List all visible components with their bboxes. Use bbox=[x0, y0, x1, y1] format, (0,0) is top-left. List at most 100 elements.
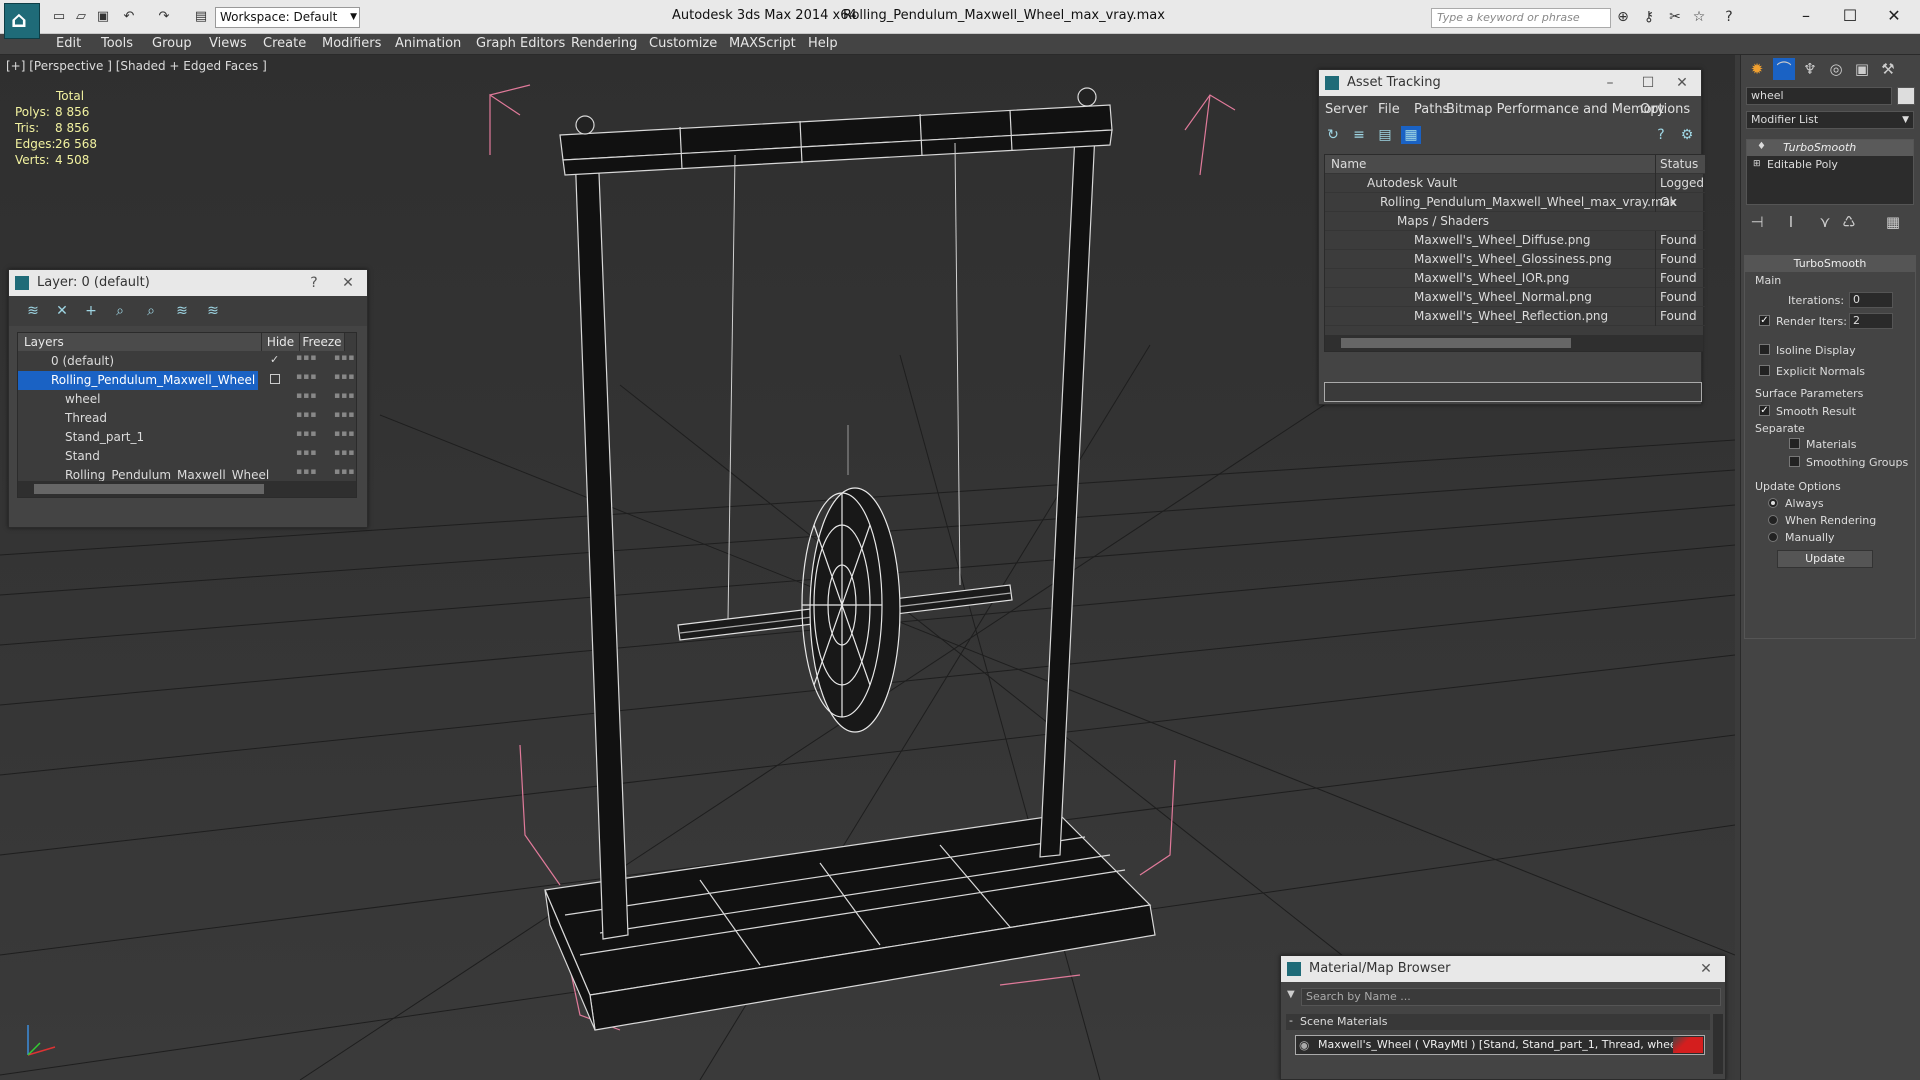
menu-tools[interactable]: Tools bbox=[101, 36, 133, 53]
delete-layer-icon[interactable]: ✕ bbox=[52, 302, 72, 320]
render-iters-spinner[interactable]: 2 bbox=[1849, 313, 1893, 329]
smooth-result-checkbox[interactable]: ✓ bbox=[1759, 405, 1770, 416]
hierarchy-tab-icon[interactable]: ♆ bbox=[1799, 58, 1821, 80]
asset-row[interactable]: Maxwell's_Wheel_Glossiness.png Found bbox=[1325, 250, 1705, 269]
stack-item-turbosmooth[interactable]: TurboSmooth bbox=[1747, 140, 1913, 156]
expand-icon[interactable]: ⊞ bbox=[1753, 159, 1761, 169]
display-tab-icon[interactable]: ▣ bbox=[1851, 58, 1873, 80]
workspace-dropdown[interactable]: Workspace: Default ▼ bbox=[215, 7, 360, 28]
material-browser-title-bar[interactable]: Material/Map Browser ✕ bbox=[1281, 956, 1725, 982]
hide-toggle[interactable]: ▪▪▪ bbox=[296, 429, 317, 439]
select-objects-icon[interactable]: ⌕ bbox=[110, 302, 130, 320]
hide-all-icon[interactable]: ≋ bbox=[172, 302, 192, 320]
redo-icon[interactable]: ↷ bbox=[155, 8, 173, 26]
freeze-toggle[interactable]: ▪▪▪ bbox=[334, 391, 355, 401]
col-freeze[interactable]: Freeze bbox=[300, 333, 345, 351]
hide-toggle[interactable]: ▪▪▪ bbox=[296, 410, 317, 420]
menu-help[interactable]: Help bbox=[808, 36, 838, 53]
freeze-toggle[interactable]: ▪▪▪ bbox=[334, 410, 355, 420]
col-layers[interactable]: Layers bbox=[18, 333, 262, 351]
minimize-icon[interactable]: – bbox=[1595, 70, 1625, 96]
hide-toggle[interactable]: ▪▪▪ bbox=[296, 467, 317, 477]
iterations-spinner[interactable]: 0 bbox=[1849, 292, 1893, 308]
scrollbar-thumb[interactable] bbox=[1341, 338, 1571, 348]
create-tab-icon[interactable]: ✹ bbox=[1746, 58, 1768, 80]
horizontal-scrollbar[interactable] bbox=[18, 481, 356, 497]
asset-tracking-title-bar[interactable]: Asset Tracking – ☐ ✕ bbox=[1319, 70, 1701, 96]
close-icon[interactable]: ✕ bbox=[1691, 956, 1721, 982]
key-icon[interactable]: ⚷ bbox=[1640, 8, 1658, 26]
asset-row[interactable]: Maxwell's_Wheel_Normal.png Found bbox=[1325, 288, 1705, 307]
hide-toggle[interactable]: ▪▪▪ bbox=[296, 448, 317, 458]
hide-toggle[interactable]: ▪▪▪ bbox=[296, 391, 317, 401]
help-icon[interactable]: ? bbox=[1720, 8, 1738, 26]
at-menu-paths[interactable]: Paths bbox=[1414, 102, 1449, 117]
col-status[interactable]: Status bbox=[1655, 155, 1705, 174]
maximize-icon[interactable]: ☐ bbox=[1633, 70, 1663, 96]
create-layer-icon[interactable]: ≋ bbox=[23, 302, 43, 320]
menu-maxscript[interactable]: MAXScript bbox=[729, 36, 796, 53]
modify-tab-icon[interactable]: ⌒ bbox=[1773, 58, 1795, 80]
menu-rendering[interactable]: Rendering bbox=[571, 36, 637, 53]
minimize-button[interactable]: – bbox=[1784, 4, 1828, 28]
layer-row[interactable]: Thread bbox=[18, 409, 258, 428]
hide-toggle[interactable]: ▪▪▪ bbox=[296, 372, 317, 382]
at-menu-server[interactable]: Server bbox=[1325, 102, 1368, 117]
table-view-icon[interactable]: ▦ bbox=[1401, 126, 1421, 144]
freeze-toggle[interactable]: ▪▪▪ bbox=[334, 467, 355, 477]
remove-modifier-icon[interactable]: ♺ bbox=[1838, 211, 1860, 233]
asset-path-field[interactable] bbox=[1324, 382, 1702, 402]
render-iters-checkbox[interactable]: ✓ bbox=[1759, 315, 1770, 326]
horizontal-scrollbar[interactable] bbox=[1325, 335, 1703, 351]
open-file-icon[interactable]: ▱ bbox=[72, 8, 90, 26]
show-end-result-icon[interactable]: I bbox=[1780, 211, 1802, 233]
layer-row[interactable]: Rolling_Pendulum_Maxwell_Wheel bbox=[18, 371, 258, 390]
explicit-normals-checkbox[interactable] bbox=[1759, 365, 1770, 376]
new-file-icon[interactable]: ▭ bbox=[50, 8, 68, 26]
refresh-icon[interactable]: ↻ bbox=[1323, 126, 1343, 144]
isoline-checkbox[interactable] bbox=[1759, 344, 1770, 355]
asset-row[interactable]: Maps / Shaders bbox=[1325, 212, 1705, 231]
tools-icon[interactable]: ✂ bbox=[1666, 8, 1684, 26]
freeze-toggle[interactable]: ▪▪▪ bbox=[334, 429, 355, 439]
project-folder-icon[interactable]: ▤ bbox=[192, 8, 210, 26]
menu-group[interactable]: Group bbox=[152, 36, 192, 53]
search-input[interactable]: Type a keyword or phrase bbox=[1431, 8, 1611, 28]
at-menu-bitmap[interactable]: Bitmap Performance and Memory bbox=[1446, 102, 1665, 117]
close-icon[interactable]: ✕ bbox=[333, 270, 363, 296]
app-logo-button[interactable]: ⌂ bbox=[4, 3, 40, 39]
menu-customize[interactable]: Customize bbox=[649, 36, 717, 53]
maximize-button[interactable]: ☐ bbox=[1828, 4, 1872, 28]
menu-graph-editors[interactable]: Graph Editors bbox=[476, 36, 565, 53]
save-file-icon[interactable]: ▣ bbox=[94, 8, 112, 26]
col-hide[interactable]: Hide bbox=[262, 333, 300, 351]
freeze-all-icon[interactable]: ≋ bbox=[203, 302, 223, 320]
lightbulb-icon[interactable]: ♦ bbox=[1757, 141, 1766, 152]
undo-icon[interactable]: ↶ bbox=[120, 8, 138, 26]
manually-radio[interactable] bbox=[1768, 532, 1778, 542]
materials-checkbox[interactable] bbox=[1789, 438, 1800, 449]
help-icon[interactable]: ? bbox=[299, 270, 329, 296]
asset-row[interactable]: Autodesk Vault Logged bbox=[1325, 174, 1705, 193]
material-item[interactable]: Maxwell's_Wheel ( VRayMtl ) [Stand, Stan… bbox=[1295, 1035, 1705, 1055]
settings-icon[interactable]: ⚙ bbox=[1677, 126, 1697, 144]
object-name-field[interactable]: wheel bbox=[1746, 87, 1892, 105]
layer-window-title-bar[interactable]: Layer: 0 (default) ? ✕ bbox=[9, 270, 367, 296]
star-icon[interactable]: ☆ bbox=[1690, 8, 1708, 26]
close-button[interactable]: ✕ bbox=[1872, 4, 1916, 28]
viewport-label[interactable]: [+] [Perspective ] [Shaded + Edged Faces… bbox=[6, 59, 267, 73]
object-color-swatch[interactable] bbox=[1897, 87, 1915, 105]
binoculars-icon[interactable]: ⊕ bbox=[1614, 8, 1632, 26]
close-icon[interactable]: ✕ bbox=[1667, 70, 1697, 96]
col-name[interactable]: Name bbox=[1331, 155, 1366, 174]
browser-options-icon[interactable]: ▼ bbox=[1287, 989, 1295, 1000]
hide-toggle[interactable]: ▪▪▪ bbox=[296, 353, 317, 363]
menu-animation[interactable]: Animation bbox=[395, 36, 461, 53]
tree-view-icon[interactable]: ▤ bbox=[1375, 126, 1395, 144]
menu-edit[interactable]: Edit bbox=[56, 36, 81, 53]
menu-create[interactable]: Create bbox=[263, 36, 306, 53]
freeze-toggle[interactable]: ▪▪▪ bbox=[334, 448, 355, 458]
scene-materials-group[interactable]: Scene Materials bbox=[1286, 1014, 1710, 1030]
freeze-toggle[interactable]: ▪▪▪ bbox=[334, 353, 355, 363]
smoothing-groups-checkbox[interactable] bbox=[1789, 456, 1800, 467]
